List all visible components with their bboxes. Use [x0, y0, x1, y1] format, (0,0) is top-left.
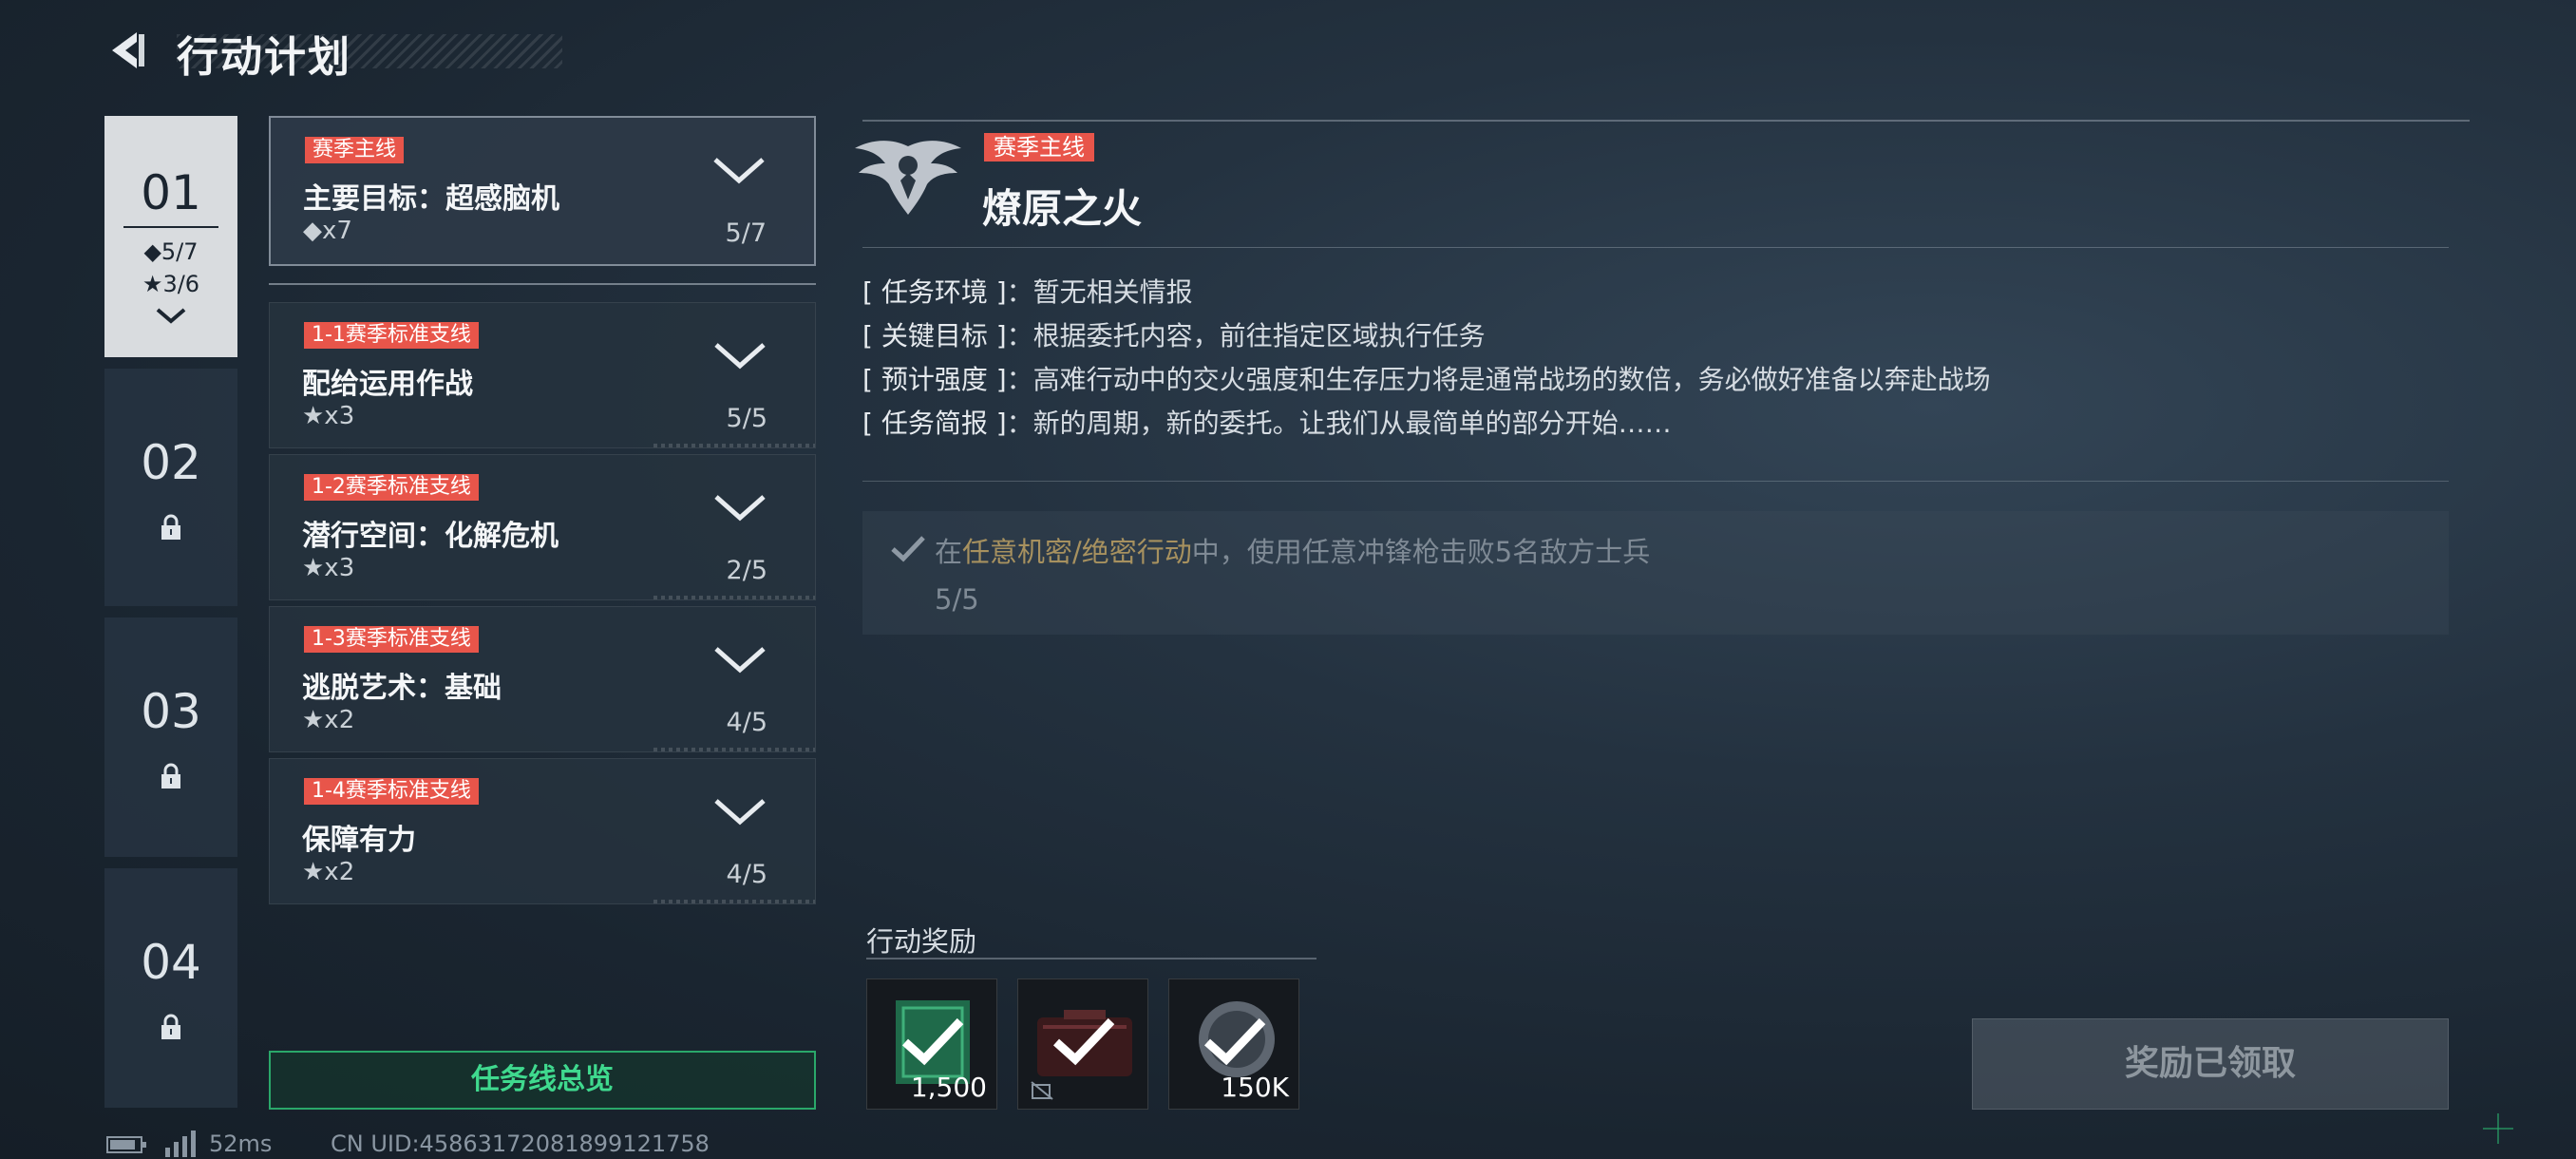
- mission-reward: ◆x7: [303, 217, 352, 245]
- mission-progress: 5/7: [725, 218, 767, 248]
- objective-suffix: 中，使用任意冲锋枪击败5名敌方士兵: [1191, 536, 1651, 568]
- detail-title: 燎原之火: [982, 185, 1143, 232]
- chapter-tab-03[interactable]: 03: [104, 618, 237, 857]
- mission-tag: 1-4赛季标准支线: [304, 778, 479, 805]
- mission-progress: 2/5: [726, 556, 767, 585]
- mission-card[interactable]: 1-1赛季标准支线 配给运用作战 ★x3 5/5: [269, 302, 816, 448]
- detail-tag: 赛季主线: [984, 133, 1094, 162]
- mission-progress: 4/5: [726, 708, 767, 737]
- mission-progress: 5/5: [726, 404, 767, 433]
- chevron-down-icon[interactable]: [712, 643, 767, 675]
- reward-item[interactable]: 1,500: [866, 978, 997, 1110]
- reward-item[interactable]: 150K: [1168, 978, 1299, 1110]
- chapter-number: 04: [141, 935, 201, 990]
- eagle-emblem-icon: [855, 141, 961, 215]
- chevron-down-icon[interactable]: [712, 795, 767, 827]
- mission-reward: ★x3: [302, 554, 355, 582]
- objective-progress: 5/5: [935, 583, 979, 616]
- lock-icon: [161, 514, 180, 540]
- mission-tag: 1-1赛季标准支线: [304, 322, 479, 349]
- mission-reward: ★x3: [302, 402, 355, 430]
- reward-amount: 1,500: [910, 1072, 987, 1103]
- info-row-briefing: [ 任务简报 ]：新的周期，新的委托。让我们从最简单的部分开始……: [862, 403, 1672, 441]
- mission-card-main[interactable]: 赛季主线 主要目标：超感脑机 ◆x7 5/7: [269, 116, 816, 266]
- info-value: ：根据委托内容，前往指定区域执行任务: [1006, 320, 1486, 352]
- chapter-star-progress: ★3/6: [142, 271, 200, 297]
- mission-name: 保障有力: [302, 824, 416, 857]
- info-label: [ 任务环境 ]: [862, 276, 1007, 308]
- mission-reward: ★x2: [302, 858, 355, 886]
- claimed-check-icon: [901, 1017, 964, 1066]
- info-row-environment: [ 任务环境 ]：暂无相关情报: [862, 272, 1193, 310]
- ping-value: 52ms: [209, 1130, 273, 1157]
- objective-highlight: 任意机密/绝密行动: [962, 536, 1192, 568]
- mission-name: 逃脱艺术：基础: [302, 672, 502, 705]
- back-arrow-icon[interactable]: [104, 28, 148, 72]
- info-label: [ 预计强度 ]: [862, 364, 1007, 395]
- mission-progress: 4/5: [726, 860, 767, 889]
- info-row-intensity: [ 预计强度 ]：高难行动中的交火强度和生存压力将是通常战场的数倍，务必做好准备…: [862, 359, 1991, 397]
- mission-card[interactable]: 1-2赛季标准支线 潜行空间：化解危机 ★x3 2/5: [269, 454, 816, 600]
- mission-card[interactable]: 1-4赛季标准支线 保障有力 ★x2 4/5: [269, 758, 816, 904]
- info-value: ：暂无相关情报: [1006, 276, 1193, 308]
- user-uid: CN UID:45863172081899121758: [331, 1130, 710, 1157]
- no-trade-icon: [1031, 1081, 1053, 1100]
- mission-name: 配给运用作战: [302, 368, 473, 401]
- rewards-label: 行动奖励: [866, 925, 977, 958]
- chevron-down-icon: [156, 308, 186, 324]
- chapter-tab-04[interactable]: 04: [104, 868, 237, 1108]
- chapter-number: 03: [141, 684, 201, 739]
- info-label: [ 任务简报 ]: [862, 408, 1007, 439]
- mission-tag: 1-3赛季标准支线: [304, 626, 479, 653]
- card-decoration: [653, 596, 815, 599]
- detail-top-line: [862, 120, 2470, 122]
- objective-text: 在任意机密/绝密行动中，使用任意冲锋枪击败5名敌方士兵: [935, 530, 1650, 570]
- battery-icon: [106, 1136, 146, 1153]
- mission-name: 主要目标：超感脑机: [303, 182, 559, 216]
- detail-separator: [862, 481, 2449, 482]
- reward-item[interactable]: [1017, 978, 1148, 1110]
- chevron-down-icon[interactable]: [712, 491, 767, 523]
- crosshair-icon: [2483, 1113, 2513, 1144]
- claimed-check-icon: [1052, 1017, 1115, 1066]
- reward-amount: 150K: [1221, 1072, 1289, 1103]
- check-icon: [891, 536, 925, 562]
- chevron-down-icon[interactable]: [711, 154, 767, 186]
- detail-separator: [862, 247, 2449, 248]
- list-divider: [269, 283, 816, 285]
- mission-tag: 1-2赛季标准支线: [304, 474, 479, 501]
- lock-icon: [161, 1014, 180, 1039]
- info-value: ：新的周期，新的委托。让我们从最简单的部分开始……: [1006, 408, 1672, 439]
- chapter-underline: [123, 226, 218, 228]
- card-decoration: [653, 748, 815, 751]
- rewards-claimed-button: 奖励已领取: [1972, 1018, 2449, 1110]
- mission-name: 潜行空间：化解危机: [302, 520, 559, 553]
- mission-reward: ★x2: [302, 706, 355, 734]
- chevron-down-icon[interactable]: [712, 339, 767, 371]
- card-decoration: [653, 444, 815, 447]
- objective-prefix: 在: [935, 536, 963, 568]
- chapter-number: 01: [141, 165, 201, 220]
- mission-overview-button[interactable]: 任务线总览: [269, 1051, 816, 1110]
- info-label: [ 关键目标 ]: [862, 320, 1007, 352]
- rewards-underline: [866, 958, 1316, 960]
- mission-card[interactable]: 1-3赛季标准支线 逃脱艺术：基础 ★x2 4/5: [269, 606, 816, 752]
- signal-icon: [165, 1130, 196, 1157]
- info-value: ：高难行动中的交火强度和生存压力将是通常战场的数倍，务必做好准备以奔赴战场: [1006, 364, 1991, 395]
- info-row-objective: [ 关键目标 ]：根据委托内容，前往指定区域执行任务: [862, 315, 1486, 353]
- chapter-number: 02: [141, 435, 201, 490]
- chapter-tab-01[interactable]: 01 ◆5/7 ★3/6: [104, 116, 237, 357]
- card-decoration: [653, 900, 815, 903]
- claimed-check-icon: [1203, 1017, 1266, 1066]
- mission-tag: 赛季主线: [305, 137, 405, 163]
- chapter-diamond-progress: ◆5/7: [143, 238, 199, 265]
- page-title: 行动计划: [177, 33, 351, 82]
- chapter-tab-02[interactable]: 02: [104, 369, 237, 606]
- lock-icon: [161, 763, 180, 788]
